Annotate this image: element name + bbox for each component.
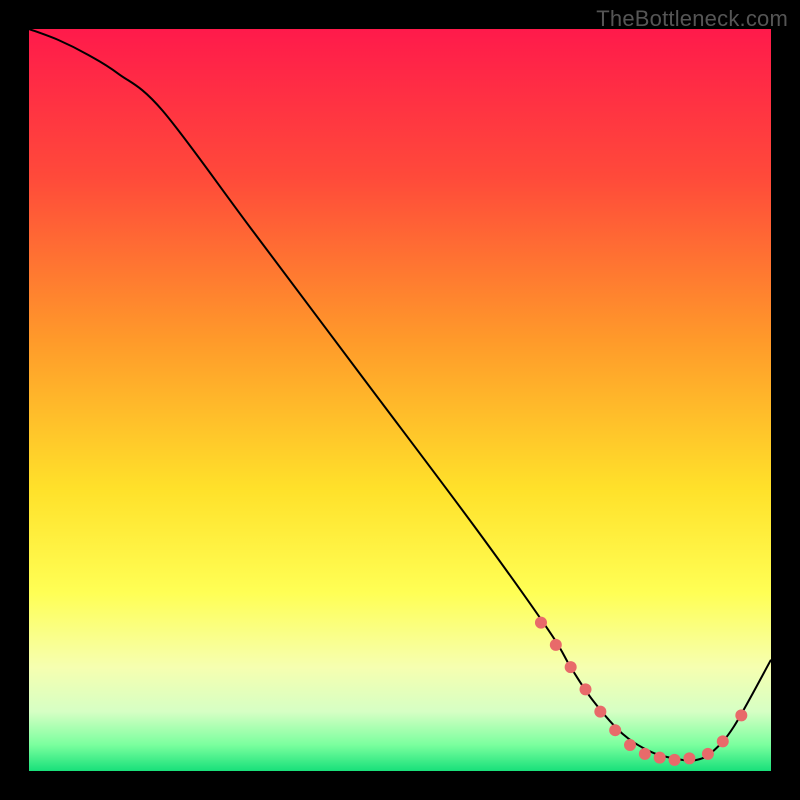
- plot-area: [29, 29, 771, 771]
- marker-dot: [580, 683, 592, 695]
- marker-dot: [683, 752, 695, 764]
- marker-dot: [654, 752, 666, 764]
- marker-dot: [735, 709, 747, 721]
- chart-svg: [29, 29, 771, 771]
- marker-dot: [535, 617, 547, 629]
- marker-dot: [702, 748, 714, 760]
- marker-dot: [594, 706, 606, 718]
- marker-dot: [624, 739, 636, 751]
- gradient-background: [29, 29, 771, 771]
- chart-stage: TheBottleneck.com: [0, 0, 800, 800]
- marker-dot: [639, 748, 651, 760]
- marker-dot: [550, 639, 562, 651]
- marker-dot: [609, 724, 621, 736]
- marker-dot: [717, 735, 729, 747]
- marker-dot: [565, 661, 577, 673]
- marker-dot: [669, 754, 681, 766]
